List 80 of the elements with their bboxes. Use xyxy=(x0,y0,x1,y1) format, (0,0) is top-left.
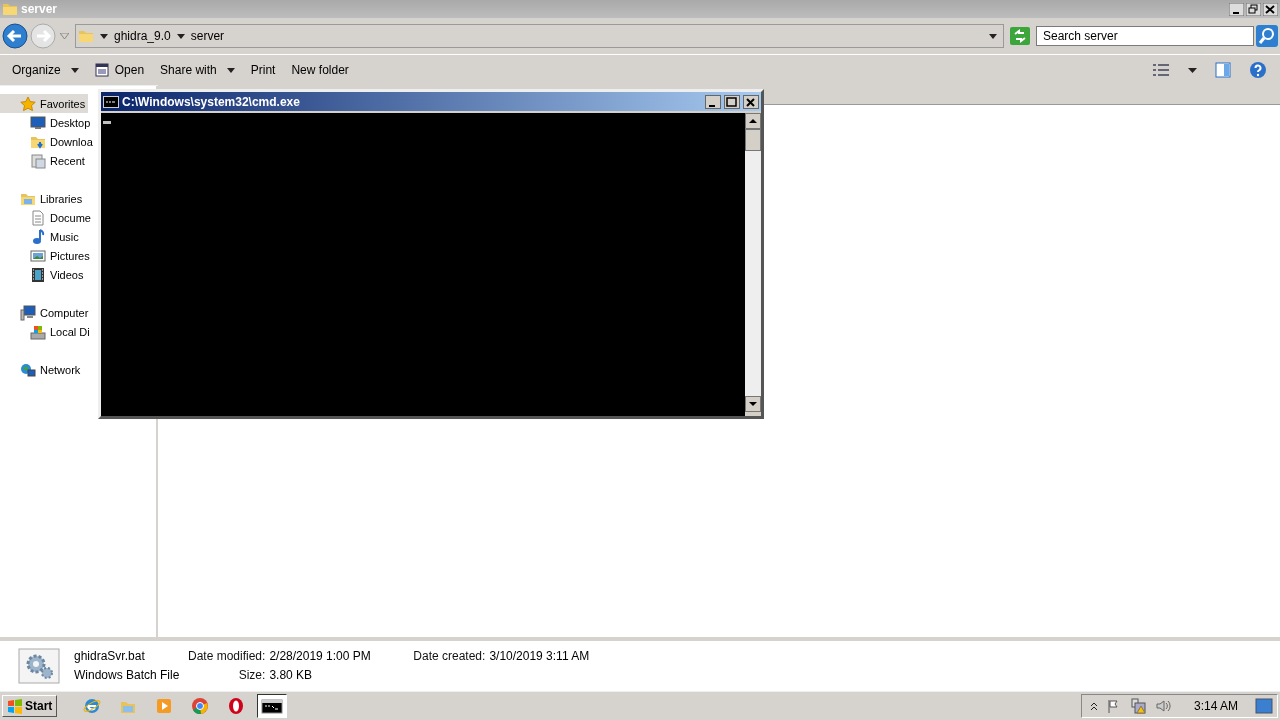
folder-icon xyxy=(2,1,18,17)
navigation-group[interactable]: Libraries xyxy=(20,189,86,208)
property-label: Date modified: xyxy=(187,649,267,665)
navigation-group[interactable]: Network xyxy=(20,360,84,379)
toolbar-button[interactable]: New folder xyxy=(285,60,355,80)
clock[interactable]: 3:14 AM xyxy=(1193,699,1238,713)
address-bar[interactable]: ghidra_9.0 server xyxy=(75,24,1004,48)
taskbar-app-button[interactable] xyxy=(257,694,288,718)
window-title: C:\Windows\system32\cmd.exe xyxy=(122,94,300,109)
browser-e-icon xyxy=(83,697,102,715)
breadcrumb-item[interactable]: server xyxy=(190,29,225,43)
console-icon xyxy=(261,697,284,715)
computer-icon xyxy=(20,304,36,321)
chrome-icon xyxy=(191,697,210,715)
play-icon xyxy=(155,697,174,715)
caret-icon xyxy=(226,67,235,73)
scrollbar[interactable] xyxy=(745,113,761,412)
caret-icon xyxy=(70,67,79,73)
console-icon xyxy=(103,95,119,108)
navigation-item[interactable]: Pictures xyxy=(30,246,93,265)
back-button[interactable] xyxy=(2,23,28,49)
recent-places-icon xyxy=(30,152,46,169)
drive-icon xyxy=(30,323,46,340)
refresh-button[interactable] xyxy=(1010,27,1030,45)
navigation-group[interactable]: Computer xyxy=(20,303,92,322)
toolbar-button[interactable]: Share with xyxy=(154,60,241,80)
preview-pane-icon[interactable] xyxy=(1215,62,1231,78)
navigation-item[interactable]: Music xyxy=(30,227,82,246)
toolbar-button[interactable]: Open xyxy=(88,60,151,80)
flag-icon[interactable] xyxy=(1106,699,1121,713)
star-icon xyxy=(20,95,36,112)
chevron-up-icon[interactable] xyxy=(1089,701,1098,711)
globe-monitor-icon xyxy=(20,361,36,378)
restore-button[interactable] xyxy=(1246,2,1261,16)
property-label: Date created: xyxy=(412,649,487,665)
settings-file-icon xyxy=(18,648,60,685)
view-options-caret-icon[interactable] xyxy=(1188,67,1197,73)
picture-icon xyxy=(30,247,46,264)
film-strip-icon xyxy=(30,266,46,283)
navigation-item[interactable]: Videos xyxy=(30,265,87,284)
window-title: server xyxy=(21,2,59,16)
close-button[interactable] xyxy=(743,94,759,109)
search-field[interactable]: Search server xyxy=(1036,26,1254,46)
windows-logo-icon xyxy=(7,698,23,714)
search-button[interactable] xyxy=(1256,25,1278,47)
speaker-icon[interactable] xyxy=(1154,699,1171,713)
navigation-item[interactable]: Recent xyxy=(30,151,88,170)
window-icon xyxy=(94,63,109,77)
minimize-button[interactable] xyxy=(1229,2,1244,16)
history-caret-icon[interactable] xyxy=(60,33,69,39)
navigation-item[interactable]: Local Di xyxy=(30,322,93,341)
file-type: Windows Batch File xyxy=(74,668,181,684)
toolbar-button[interactable]: Print xyxy=(244,60,282,80)
document-icon xyxy=(30,209,46,226)
network-warning-icon[interactable] xyxy=(1129,698,1146,714)
navigation-group[interactable]: Favorites xyxy=(0,94,89,113)
help-icon[interactable] xyxy=(1249,61,1267,79)
caret-icon xyxy=(176,33,185,39)
breadcrumb-item[interactable]: ghidra_9.0 xyxy=(114,29,171,43)
navigation-item[interactable]: Docume xyxy=(30,208,94,227)
maximize-button[interactable] xyxy=(724,94,740,109)
navigation-item[interactable]: Downloa xyxy=(30,132,96,151)
property-label: Size: xyxy=(237,668,267,684)
minimize-button[interactable] xyxy=(705,94,721,109)
details-view-icon[interactable] xyxy=(1152,63,1170,77)
start-button[interactable]: Start xyxy=(2,695,58,717)
caret-icon xyxy=(100,33,108,39)
property-value: 3/10/2019 3:11 AM xyxy=(489,649,590,665)
monitor-icon xyxy=(30,114,46,131)
toolbar-button[interactable]: Organize xyxy=(6,60,85,80)
property-value: 3.80 KB xyxy=(269,668,314,684)
opera-icon xyxy=(227,697,246,715)
property-value: 2/28/2019 1:00 PM xyxy=(269,649,372,665)
folder-icon xyxy=(78,28,94,44)
text-cursor xyxy=(103,121,111,124)
file-name: ghidraSvr.bat xyxy=(74,649,146,665)
navigation-item[interactable]: Desktop xyxy=(30,113,94,132)
caret-icon xyxy=(989,33,997,39)
close-button[interactable] xyxy=(1263,2,1278,16)
music-note-icon xyxy=(30,228,46,245)
